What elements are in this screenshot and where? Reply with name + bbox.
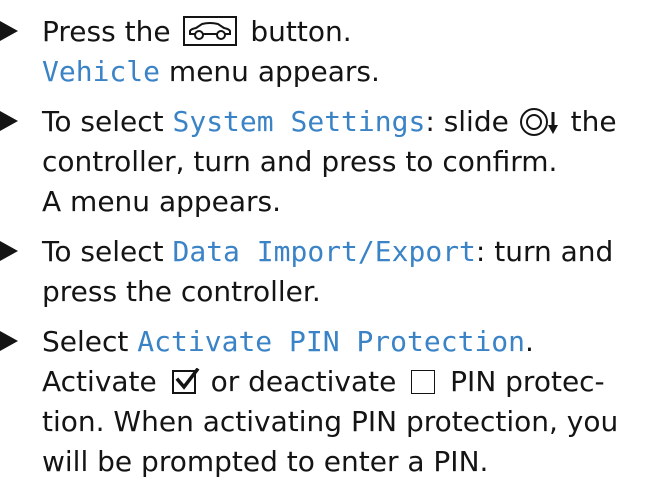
step-4-line-2: Activate or deactivate PIN protec- [42,362,605,402]
step-2-suffix: the [570,105,617,138]
step-1-line-2: Vehicle menu appears. [42,52,380,92]
ui-term-system-settings: System Settings [172,105,426,138]
step-2-prefix: To select [42,105,164,138]
controller-slide-down-icon [519,107,560,137]
bullet-icon [0,241,18,261]
step-4-pin-protec: PIN protec- [450,365,605,398]
step-4-activate: Activate [42,365,157,398]
step-1-line-1: Press the button. [0,12,352,52]
step-3-line-2: press the controller. [42,275,321,308]
step-2-line-2: controller, turn and press to confirm. [42,145,558,178]
step-3-line-1: To select Data Import/Export: turn and [0,232,614,272]
step-2-mid: : slide [425,105,509,138]
instruction-document: Press the button. Vehicle menu appears. … [0,0,652,495]
step-2-line-3: A menu appears. [42,185,282,218]
step-3-prefix: To select [42,235,164,268]
step-4-prefix: Select [42,325,129,358]
step-4-or-deactivate: or deactivate [210,365,397,398]
bullet-icon [0,331,18,351]
ui-term-data-import-export: Data Import/Export [172,235,476,268]
step-4-line-1: Select Activate PIN Protection. [0,322,534,362]
bullet-icon [0,21,18,41]
checkbox-checked-icon [171,368,200,394]
ui-term-activate-pin-protection: Activate PIN Protection [137,325,526,358]
checkbox-unchecked-icon [411,370,436,394]
bullet-icon [0,111,18,131]
step-4-line-4: will be prompted to enter a PIN. [42,445,489,478]
step-1-press-prefix: Press the [42,15,171,48]
step-1-result-suffix: menu appears. [168,55,380,88]
step-1-press-suffix: button. [250,15,352,48]
step-3-suffix: : turn and [475,235,614,268]
car-icon [183,16,238,46]
step-2-line-1: To select System Settings: slide the [0,102,617,142]
step-4-suffix: . [525,325,534,358]
step-4-line-3: tion. When activating PIN protection, yo… [42,405,619,438]
ui-term-vehicle: Vehicle [42,55,161,88]
